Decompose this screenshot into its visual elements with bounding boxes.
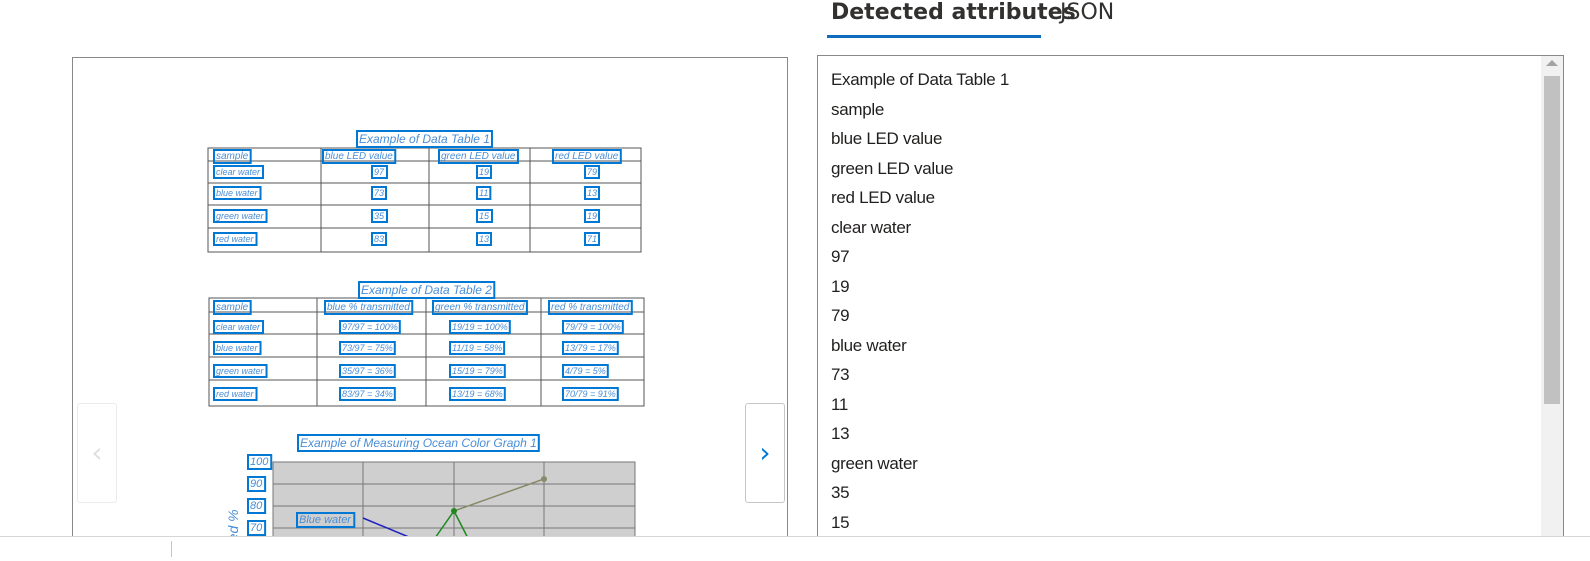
- attribute-item[interactable]: 19: [831, 272, 1009, 302]
- ocr-text: Blue water: [299, 514, 352, 526]
- ocr-text: 80: [250, 500, 263, 512]
- ocr-text: 73: [374, 188, 384, 198]
- scrollbar[interactable]: [1541, 56, 1563, 552]
- ocr-text: 97: [374, 167, 385, 177]
- ocr-text: green % transmitted: [435, 302, 525, 313]
- attribute-item[interactable]: Example of Data Table 1: [831, 65, 1009, 95]
- ocr-text: 13/79 = 17%: [565, 343, 616, 353]
- bottom-divider: [171, 541, 172, 557]
- ocr-text: green water: [216, 366, 265, 376]
- attribute-item[interactable]: 11: [831, 390, 1009, 420]
- next-page-button[interactable]: ›: [745, 403, 785, 503]
- ocr-text: 97/97 = 100%: [342, 322, 398, 332]
- previous-page-button[interactable]: ‹: [77, 403, 117, 503]
- detected-attributes-panel: Example of Data Table 1 sample blue LED va…: [817, 55, 1564, 553]
- ocr-text: 35/97 = 36%: [342, 366, 393, 376]
- attribute-item[interactable]: green LED value: [831, 154, 1009, 184]
- chevron-left-icon: ‹: [91, 436, 103, 469]
- chevron-right-icon: ›: [759, 436, 771, 469]
- ocr-text: clear water: [216, 167, 261, 177]
- ocr-text: sample: [216, 151, 249, 162]
- ocr-text: 79/79 = 100%: [565, 322, 621, 332]
- ocr-text: 19/19 = 100%: [452, 322, 508, 332]
- attribute-item[interactable]: red LED value: [831, 183, 1009, 213]
- attribute-item[interactable]: clear water: [831, 213, 1009, 243]
- ocr-text: blue LED value: [325, 151, 393, 162]
- ocr-text: red water: [216, 389, 255, 399]
- ocr-text: 4/79 = 5%: [565, 366, 606, 376]
- ocr-text: 13: [587, 188, 597, 198]
- document-preview: Example of Data Table 1 sample blue LED va…: [72, 57, 788, 549]
- ocr-text: 100: [250, 456, 269, 468]
- bottom-bar: [0, 536, 1590, 561]
- ocr-text: 70: [250, 522, 263, 534]
- ocr-text: sample: [216, 302, 249, 313]
- ocr-text: 90: [250, 478, 263, 490]
- ocr-text: blue water: [216, 188, 259, 198]
- ocr-text: green water: [216, 211, 265, 221]
- attribute-item[interactable]: blue water: [831, 331, 1009, 361]
- attribute-item[interactable]: 15: [831, 508, 1009, 538]
- ocr-text: 71: [587, 234, 597, 244]
- ocr-text: 13: [479, 234, 489, 244]
- attribute-list: Example of Data Table 1 sample blue LED va…: [831, 65, 1009, 537]
- ocr-text: red water: [216, 234, 255, 244]
- tab-json[interactable]: JSON: [1060, 0, 1114, 25]
- ocr-text: 35: [374, 211, 385, 221]
- attribute-item[interactable]: sample: [831, 95, 1009, 125]
- ocr-text: 19: [479, 167, 489, 177]
- ocr-text: Example of Data Table 1: [359, 132, 490, 146]
- ocr-text: 15/19 = 79%: [452, 366, 503, 376]
- scroll-up-icon[interactable]: [1546, 60, 1558, 66]
- attribute-item[interactable]: 13: [831, 419, 1009, 449]
- attribute-item[interactable]: blue LED value: [831, 124, 1009, 154]
- ocr-text: 83: [374, 234, 384, 244]
- ocr-text: 70/79 = 91%: [565, 389, 616, 399]
- ocr-text: clear water: [216, 322, 261, 332]
- attribute-item[interactable]: 79: [831, 301, 1009, 331]
- ocr-text: green LED value: [441, 151, 516, 162]
- document-image: Example of Data Table 1 sample blue LED va…: [207, 130, 645, 548]
- ocr-text: Example of Data Table 2: [361, 283, 492, 297]
- ocr-text: 19: [587, 211, 597, 221]
- tab-detected-attributes[interactable]: Detected attributes: [831, 0, 1076, 25]
- attribute-item[interactable]: 35: [831, 478, 1009, 508]
- ocr-text: 11: [479, 188, 488, 198]
- scroll-thumb[interactable]: [1544, 76, 1560, 404]
- ocr-text: 13/19 = 68%: [452, 389, 503, 399]
- attribute-item[interactable]: 97: [831, 242, 1009, 272]
- ocr-text: red LED value: [555, 151, 619, 162]
- ocr-text: red % transmitted: [551, 302, 630, 313]
- ocr-text: blue water: [216, 343, 259, 353]
- ocr-text: 79: [587, 167, 597, 177]
- attribute-item[interactable]: 73: [831, 360, 1009, 390]
- ocr-text: 15: [479, 211, 490, 221]
- ocr-text: Example of Measuring Ocean Color Graph 1: [300, 436, 537, 450]
- active-tab-indicator: [827, 35, 1041, 38]
- ocr-text: blue % transmitted: [327, 302, 410, 313]
- attribute-item[interactable]: green water: [831, 449, 1009, 479]
- ocr-text: 83/97 = 34%: [342, 389, 393, 399]
- ocr-text: 73/97 = 75%: [342, 343, 393, 353]
- ocr-text: 11/19 = 58%: [452, 343, 502, 353]
